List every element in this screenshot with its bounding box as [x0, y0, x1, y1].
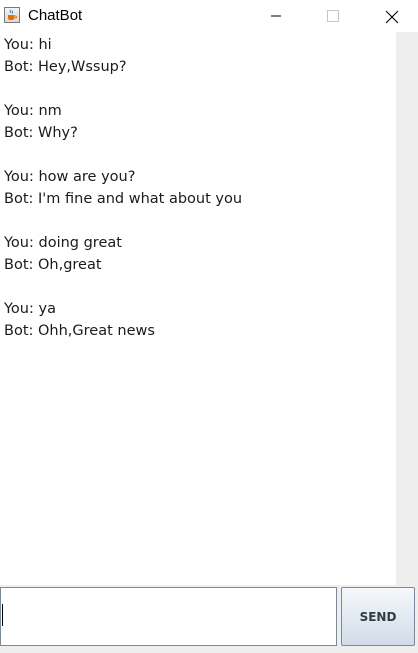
- close-button[interactable]: [368, 0, 414, 32]
- chat-message: You: ya: [4, 301, 56, 317]
- chat-message: Bot: Hey,Wssup?: [4, 59, 127, 75]
- chat-message: Bot: I'm fine and what about you: [4, 191, 243, 207]
- chatbot-window: ChatBot You: hi Bot: Hey,Wssup? You: nm …: [0, 0, 418, 653]
- message-input[interactable]: [0, 587, 337, 646]
- java-cup-icon: [4, 7, 20, 23]
- text-caret: [2, 604, 3, 626]
- minimize-icon: [271, 15, 281, 17]
- chat-message: You: doing great: [4, 235, 122, 251]
- title-bar[interactable]: ChatBot: [0, 0, 418, 32]
- chat-scrollbar[interactable]: [396, 32, 418, 585]
- chat-message: Bot: Why?: [4, 125, 78, 141]
- chat-message: You: how are you?: [4, 169, 136, 185]
- chat-message: Bot: Ohh,Great news: [4, 323, 155, 339]
- chat-message: Bot: Oh,great: [4, 257, 102, 273]
- chat-message: You: hi: [4, 37, 52, 53]
- send-button[interactable]: SEND: [341, 587, 415, 646]
- close-icon: [385, 10, 399, 24]
- minimize-button[interactable]: [253, 0, 299, 32]
- chat-message: You: nm: [4, 103, 62, 119]
- chat-log[interactable]: You: hi Bot: Hey,Wssup? You: nm Bot: Why…: [0, 32, 396, 585]
- maximize-button[interactable]: [310, 0, 356, 32]
- maximize-icon: [327, 10, 339, 22]
- window-title: ChatBot: [28, 7, 83, 24]
